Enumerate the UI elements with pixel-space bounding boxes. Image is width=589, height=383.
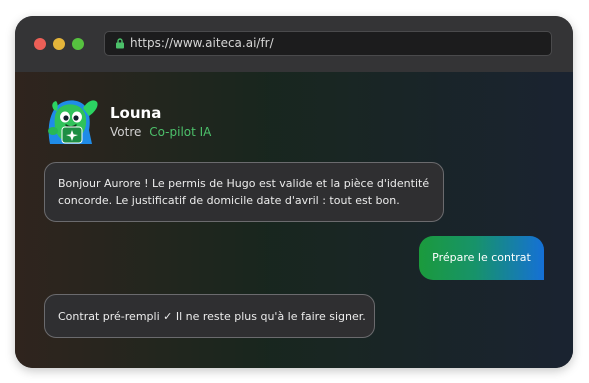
browser-window: https://www.aiteca.ai/fr/ Louna Votre Co… [15, 16, 573, 368]
green-monster-mascot-icon [48, 100, 98, 144]
chat-panel: Louna Votre Co-pilot IA Bonjour Aurore !… [15, 72, 573, 368]
agent-name: Louna [110, 104, 162, 122]
agent-role: Co-pilot IA [149, 125, 212, 139]
minimize-window-button[interactable] [53, 38, 65, 50]
agent-subtitle: Votre Co-pilot IA [110, 125, 211, 140]
url-text: https://www.aiteca.ai/fr/ [130, 36, 274, 50]
agent-subtitle-prefix: Votre [110, 125, 142, 139]
lock-icon [116, 38, 124, 49]
agent-message-bubble: Bonjour Aurore ! Le permis de Hugo est v… [44, 162, 444, 222]
maximize-window-button[interactable] [72, 38, 84, 50]
agent-message-bubble: Contrat pré-rempli ✓ Il ne reste plus qu… [44, 294, 375, 338]
address-bar[interactable]: https://www.aiteca.ai/fr/ [104, 31, 552, 56]
user-message-bubble: Prépare le contrat [419, 236, 544, 280]
browser-titlebar: https://www.aiteca.ai/fr/ [15, 16, 573, 72]
close-window-button[interactable] [34, 38, 46, 50]
